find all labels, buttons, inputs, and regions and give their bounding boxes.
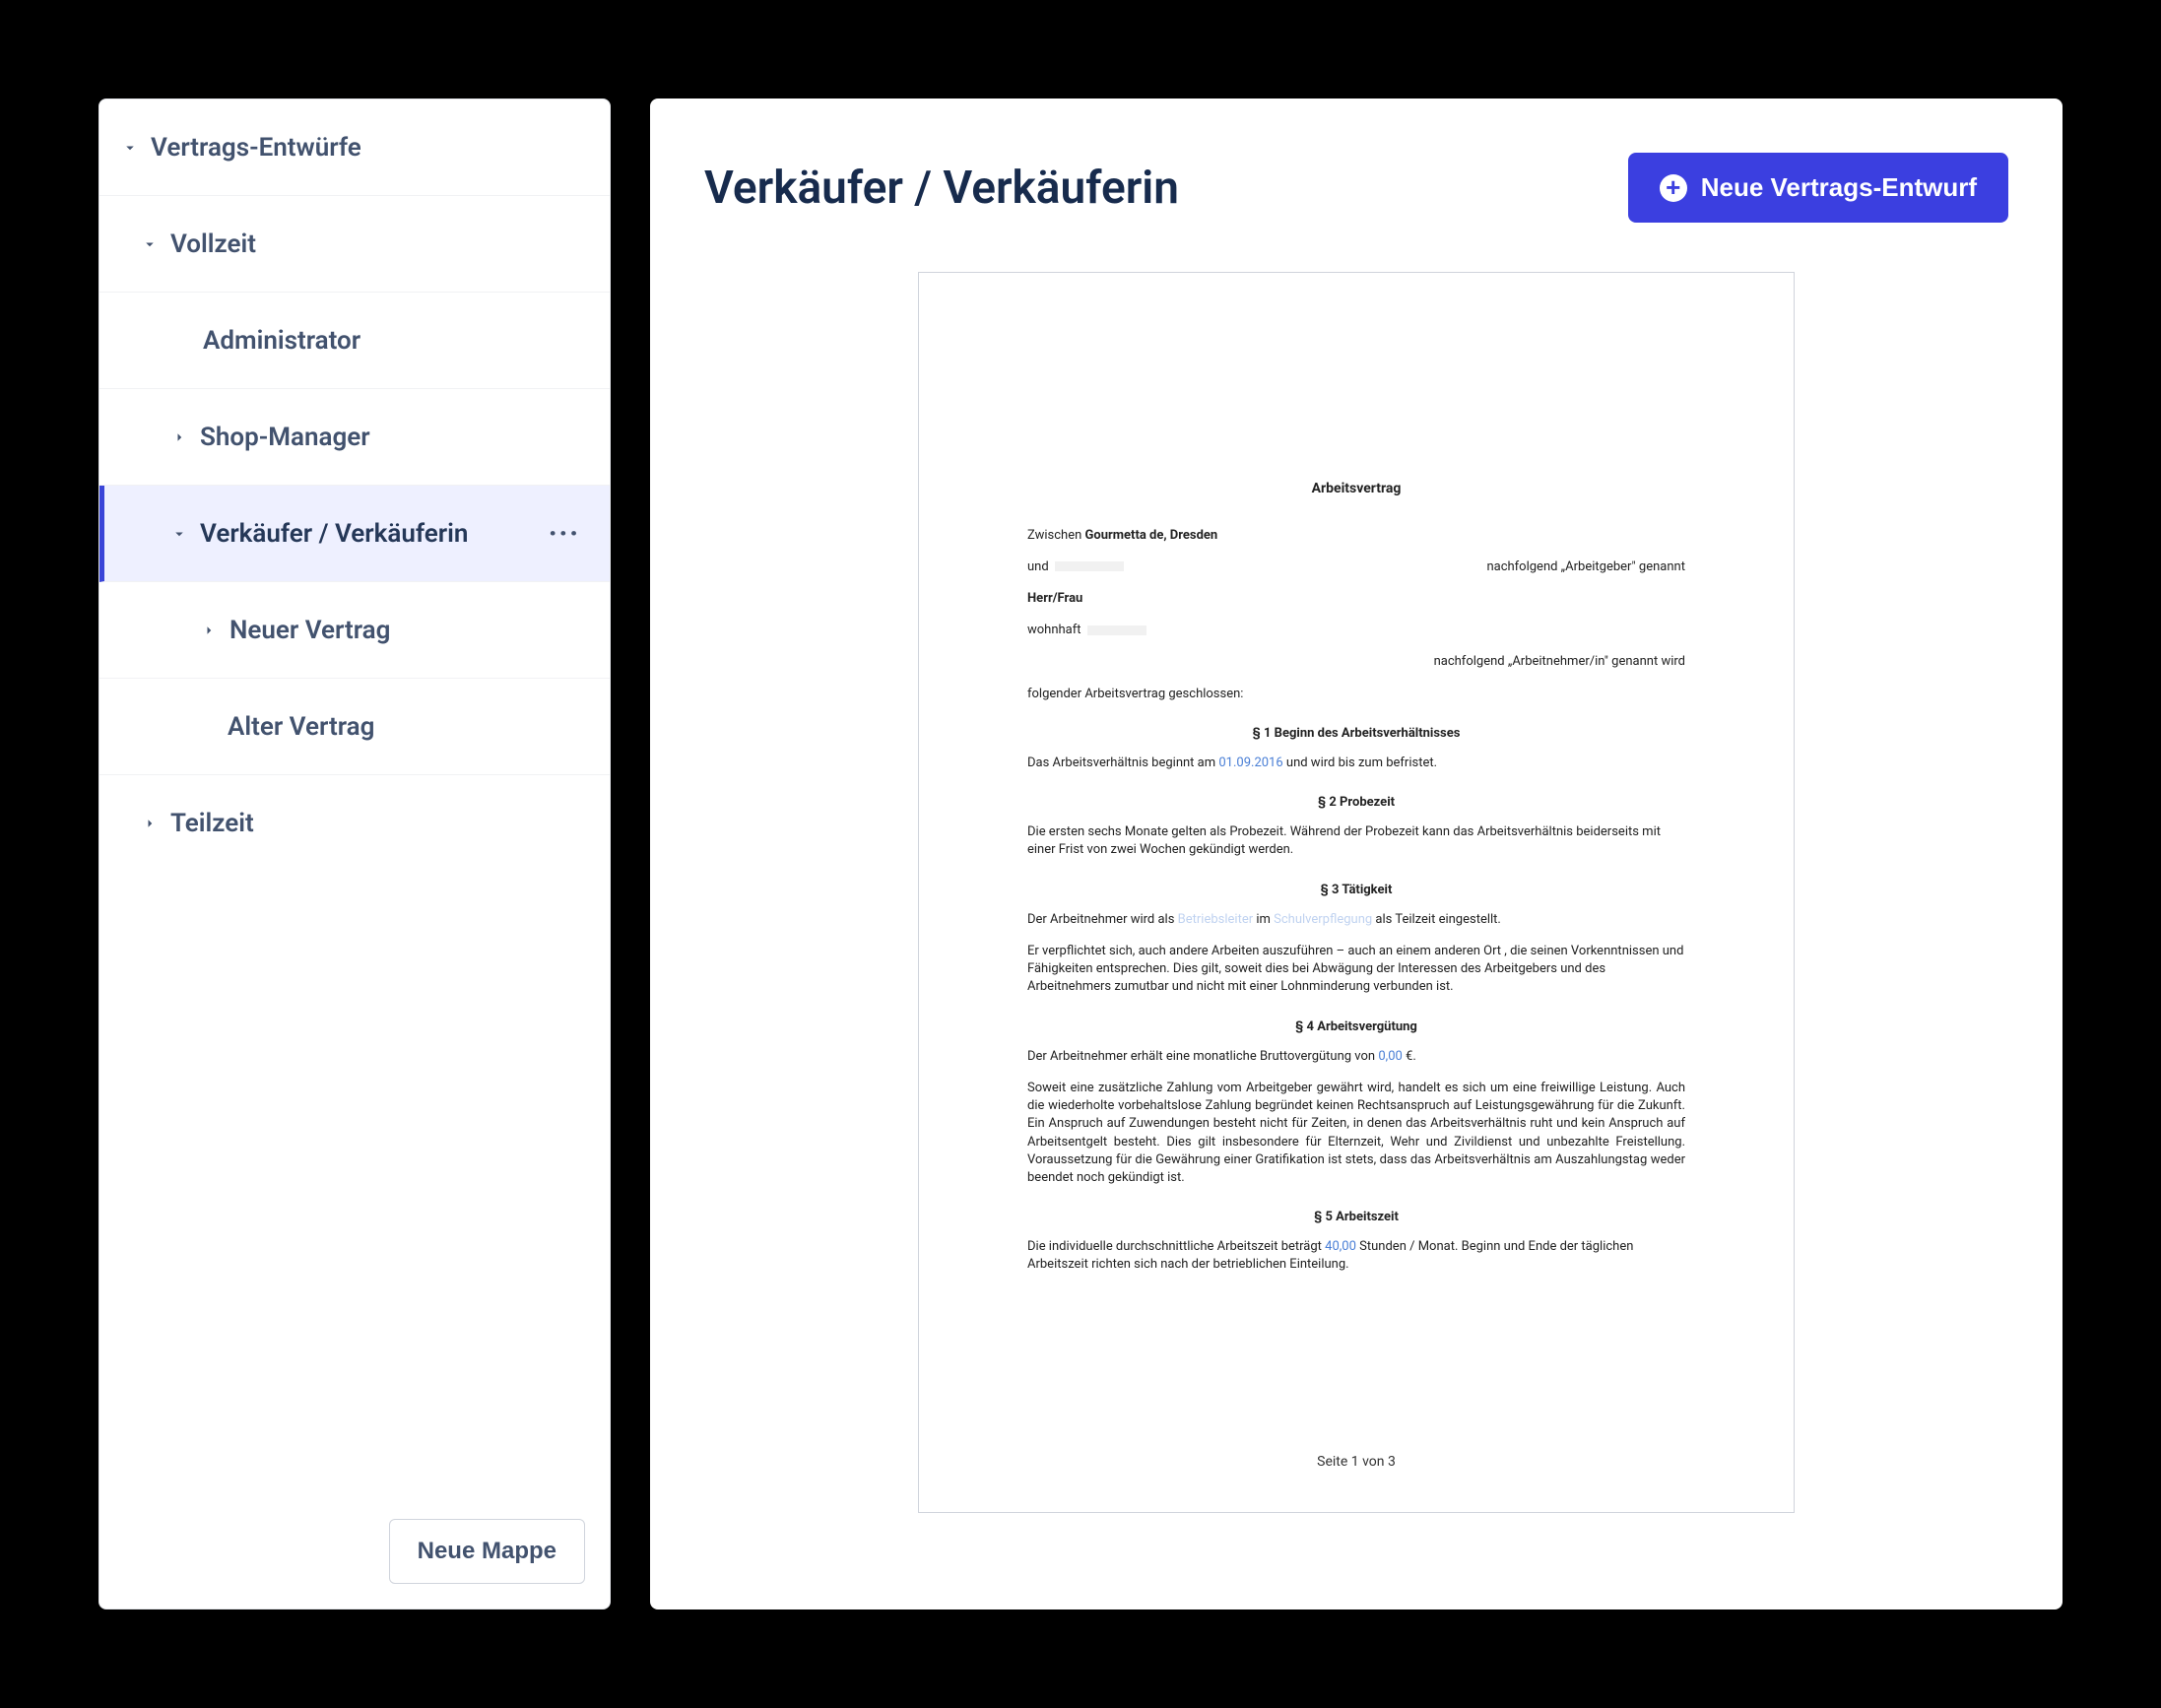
tree-item-alter-vertrag[interactable]: Alter Vertrag [99, 679, 610, 775]
doc-section-3-heading: § 3 Tätigkeit [1027, 882, 1685, 899]
tree-label: Administrator [203, 326, 610, 356]
sidebar: Vertrags-Entwürfe Vollzeit Administrator… [98, 99, 611, 1609]
new-contract-draft-button[interactable]: + Neue Vertrags-Entwurf [1628, 153, 2008, 223]
doc-line-wohnhaft: wohnhaft [1027, 622, 1685, 639]
tree-label: Teilzeit [170, 809, 610, 838]
new-folder-button[interactable]: Neue Mappe [389, 1519, 585, 1584]
tree-label: Alter Vertrag [228, 712, 610, 742]
doc-section-4-text-2: Soweit eine zusätzliche Zahlung vom Arbe… [1027, 1080, 1685, 1187]
chevron-down-icon [119, 137, 141, 159]
tree-item-neuer-vertrag[interactable]: Neuer Vertrag [99, 582, 610, 679]
doc-page-number: Seite 1 von 3 [919, 1453, 1794, 1473]
doc-line-closing: folgender Arbeitsvertrag geschlossen: [1027, 686, 1685, 703]
tree-label: Verkäufer / Verkäuferin [200, 519, 519, 549]
tree-label: Shop-Manager [200, 423, 610, 452]
chevron-right-icon [168, 427, 190, 448]
doc-title: Arbeitsvertrag [1027, 480, 1685, 499]
chevron-down-icon [168, 523, 190, 545]
doc-section-2-text: Die ersten sechs Monate gelten als Probe… [1027, 823, 1685, 859]
document-preview[interactable]: Arbeitsvertrag Zwischen Gourmetta de, Dr… [918, 272, 1795, 1513]
plus-circle-icon: + [1660, 174, 1687, 202]
doc-section-5-heading: § 5 Arbeitszeit [1027, 1209, 1685, 1226]
tree-item-teilzeit[interactable]: Teilzeit [99, 775, 610, 872]
tree-item-administrator[interactable]: Administrator [99, 293, 610, 389]
button-label: Neue Vertrags-Entwurf [1701, 172, 1977, 203]
doc-section-3-text-1: Der Arbeitnehmer wird als Betriebsleiter… [1027, 911, 1685, 929]
tree-item-verkaeufer[interactable]: Verkäufer / Verkäuferin ··· [99, 486, 610, 582]
chevron-right-icon [198, 620, 220, 641]
doc-line-between: Zwischen Gourmetta de, Dresden [1027, 527, 1685, 545]
tree-label: Vertrags-Entwürfe [151, 133, 610, 163]
chevron-down-icon [139, 233, 161, 255]
doc-section-1-text: Das Arbeitsverhältnis beginnt am 01.09.2… [1027, 755, 1685, 772]
doc-line-herr-frau: Herr/Frau [1027, 590, 1685, 608]
sidebar-footer: Neue Mappe [99, 1494, 610, 1609]
tree-item-shop-manager[interactable]: Shop-Manager [99, 389, 610, 486]
doc-section-2-heading: § 2 Probezeit [1027, 794, 1685, 812]
sidebar-tree: Vertrags-Entwürfe Vollzeit Administrator… [99, 99, 610, 1494]
page-title: Verkäufer / Verkäuferin [704, 162, 1179, 215]
doc-section-4-heading: § 4 Arbeitsvergütung [1027, 1018, 1685, 1036]
chevron-right-icon [139, 813, 161, 834]
doc-line-employee-suffix: nachfolgend „Arbeitnehmer/in" genannt wi… [1027, 653, 1685, 671]
more-icon[interactable]: ··· [519, 517, 610, 550]
tree-item-drafts-root[interactable]: Vertrags-Entwürfe [99, 99, 610, 196]
tree-label: Vollzeit [170, 230, 610, 259]
doc-section-4-text-1: Der Arbeitnehmer erhält eine monatliche … [1027, 1048, 1685, 1066]
main-header: Verkäufer / Verkäuferin + Neue Vertrags-… [704, 153, 2008, 223]
doc-section-5-text: Die individuelle durchschnittliche Arbei… [1027, 1238, 1685, 1274]
doc-line-and: und nachfolgend „Arbeitgeber" genannt [1027, 558, 1685, 576]
tree-item-vollzeit[interactable]: Vollzeit [99, 196, 610, 293]
doc-section-3-text-2: Er verpflichtet sich, auch andere Arbeit… [1027, 943, 1685, 997]
main-panel: Verkäufer / Verkäuferin + Neue Vertrags-… [650, 99, 2063, 1609]
tree-label: Neuer Vertrag [229, 616, 610, 645]
doc-section-1-heading: § 1 Beginn des Arbeitsverhältnisses [1027, 725, 1685, 743]
